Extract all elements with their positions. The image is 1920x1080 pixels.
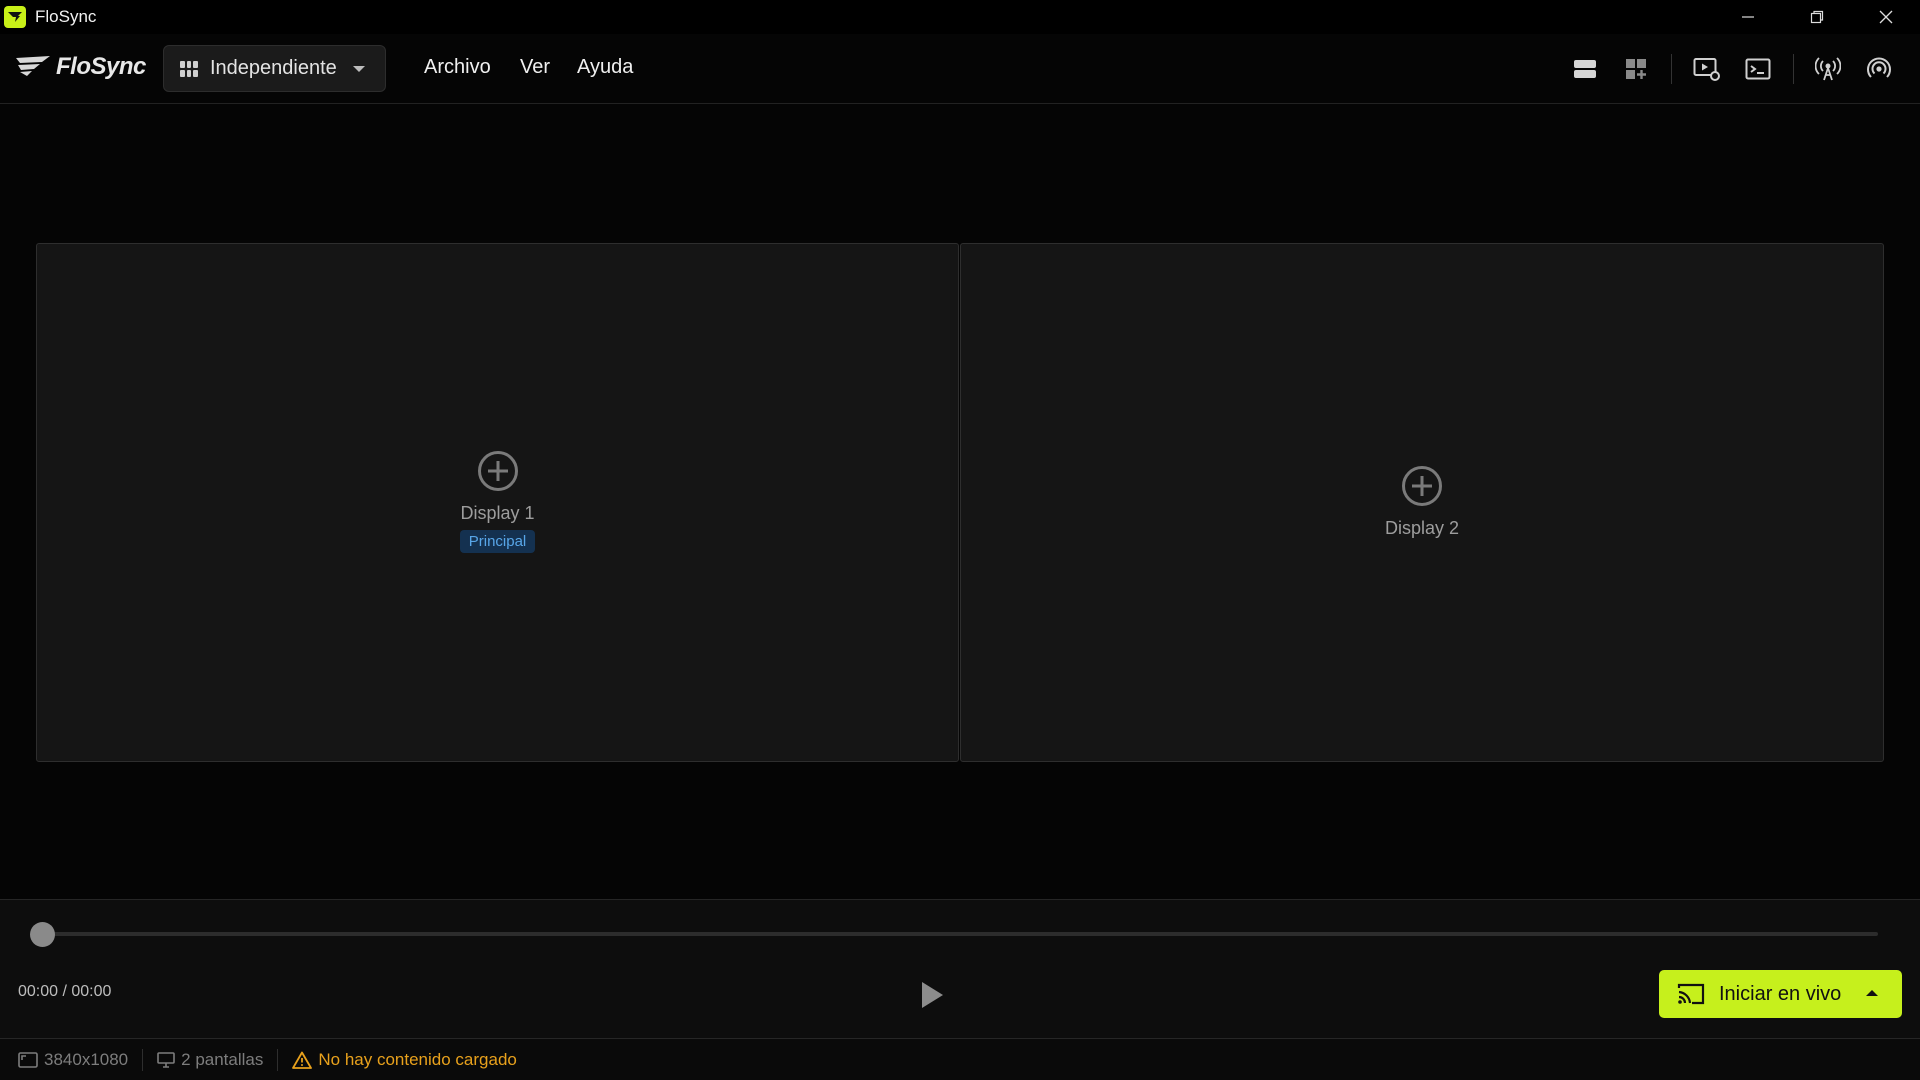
display-label: Display 2	[1384, 518, 1460, 538]
window-controls	[1713, 0, 1920, 34]
logo-text: FloSync	[56, 53, 146, 80]
time-readout: 00:00 / 00:00	[18, 983, 112, 1000]
screens-status: 2 pantallas	[157, 1050, 263, 1070]
warning-text: No hay contenido cargado	[318, 1049, 517, 1069]
chevron-down-icon	[353, 66, 365, 72]
play-button[interactable]	[918, 979, 946, 1011]
menu-bar: FloSync Independiente Archivo Ver Ayuda	[0, 34, 1920, 104]
broadcast-antenna-icon[interactable]	[1813, 54, 1843, 84]
warning-icon	[292, 1051, 313, 1069]
logo-icon	[16, 56, 50, 76]
display-2-slot[interactable]: Display 2	[960, 243, 1884, 762]
status-bar: 3840x1080 2 pantallas No hay contenido c…	[0, 1038, 1920, 1080]
close-button[interactable]	[1851, 0, 1920, 34]
aspect-ratio-icon	[18, 1051, 38, 1068]
app-logo: FloSync	[14, 52, 146, 82]
start-live-label: Iniciar en vivo	[1719, 982, 1842, 1005]
title-bar: FloSync	[0, 0, 1920, 34]
resolution-text: 3840x1080	[44, 1049, 129, 1069]
chevron-up-icon[interactable]	[1866, 990, 1878, 996]
mode-dropdown-value: Independiente	[210, 57, 337, 79]
signal-icon[interactable]	[1864, 54, 1894, 84]
display-1-slot[interactable]: Display 1 Principal	[36, 243, 959, 762]
minimize-button[interactable]	[1713, 0, 1782, 34]
mode-dropdown[interactable]: Independiente	[163, 45, 386, 92]
add-grid-icon[interactable]	[1621, 54, 1651, 84]
menu-ayuda[interactable]: Ayuda	[577, 56, 633, 79]
primary-badge: Principal	[459, 530, 536, 553]
start-live-button[interactable]: Iniciar en vivo	[1659, 970, 1902, 1018]
add-content-icon[interactable]	[1402, 466, 1442, 506]
resolution-status: 3840x1080	[18, 1050, 128, 1070]
terminal-icon[interactable]	[1743, 54, 1773, 84]
media-settings-icon[interactable]	[1692, 54, 1722, 84]
single-layout-icon[interactable]	[1570, 54, 1600, 84]
play-icon	[922, 982, 943, 1008]
menu-archivo[interactable]: Archivo	[424, 56, 491, 79]
status-divider	[142, 1048, 144, 1071]
display-label: Display 1	[460, 503, 535, 523]
app-icon	[4, 6, 26, 28]
menu-ver[interactable]: Ver	[520, 56, 550, 79]
window-title: FloSync	[35, 7, 97, 26]
seek-thumb[interactable]	[30, 922, 55, 947]
toolbar-divider	[1793, 54, 1794, 84]
warning-status: No hay contenido cargado	[292, 1049, 517, 1070]
restore-button[interactable]	[1782, 0, 1851, 34]
grid-icon	[180, 60, 198, 77]
display-canvas: Display 1 Principal Display 2	[0, 105, 1920, 899]
toolbar-divider	[1671, 54, 1672, 84]
monitor-icon	[157, 1051, 175, 1068]
playback-bar: 00:00 / 00:00 Iniciar en vivo	[0, 899, 1920, 1038]
status-divider	[277, 1048, 279, 1071]
screens-text: 2 pantallas	[181, 1049, 264, 1069]
cast-icon	[1677, 983, 1705, 1005]
add-content-icon[interactable]	[477, 451, 518, 491]
seek-track[interactable]	[42, 932, 1878, 936]
